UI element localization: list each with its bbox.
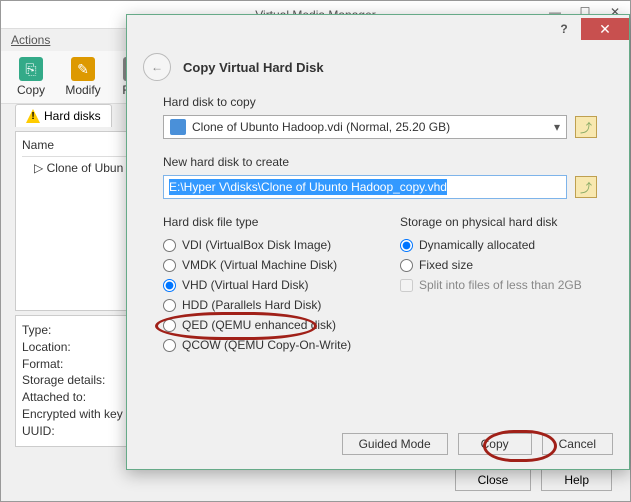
copy-icon: ⎘ [19, 57, 43, 81]
dialog-title: Copy Virtual Hard Disk [183, 60, 324, 75]
radio-vmdk[interactable]: VMDK (Virtual Machine Disk) [163, 255, 360, 275]
dlg-titlebar: ? ✕ [127, 15, 629, 43]
toolbar-modify[interactable]: ✎Modify [63, 57, 103, 97]
check-split: Split into files of less than 2GB [400, 275, 597, 295]
tab-hard-disks[interactable]: ! Hard disks [15, 104, 112, 127]
new-disk-path-input[interactable]: E:\Hyper V\disks\Clone of Ubunto Hadoop_… [163, 175, 567, 199]
disk-icon [170, 119, 186, 135]
radio-hdd[interactable]: HDD (Parallels Hard Disk) [163, 295, 360, 315]
source-disk-combo[interactable]: Clone of Ubunto Hadoop.vdi (Normal, 25.2… [163, 115, 567, 139]
help-button[interactable]: Help [541, 469, 612, 491]
radio-vhd[interactable]: VHD (Virtual Hard Disk) [163, 275, 360, 295]
radio-dynamic[interactable]: Dynamically allocated [400, 235, 597, 255]
arrow-left-icon: ← [151, 60, 163, 74]
modify-icon: ✎ [71, 57, 95, 81]
dialog-close-button[interactable]: ✕ [581, 18, 629, 40]
radio-qcow[interactable]: QCOW (QEMU Copy-On-Write) [163, 335, 360, 355]
radio-vdi[interactable]: VDI (VirtualBox Disk Image) [163, 235, 360, 255]
radio-fixed[interactable]: Fixed size [400, 255, 597, 275]
storage-label: Storage on physical hard disk [400, 215, 597, 229]
back-button[interactable]: ← [143, 53, 171, 81]
file-type-label: Hard disk file type [163, 215, 360, 229]
new-disk-label: New hard disk to create [163, 155, 597, 169]
folder-open-icon: ⤴ [580, 119, 592, 136]
copy-button[interactable]: Copy [458, 433, 532, 455]
radio-qed[interactable]: QED (QEMU enhanced disk) [163, 315, 360, 335]
toolbar-copy[interactable]: ⎘Copy [11, 57, 51, 97]
copy-source-label: Hard disk to copy [163, 95, 597, 109]
warning-icon: ! [26, 109, 40, 123]
chevron-down-icon: ▾ [554, 120, 560, 134]
folder-open-icon: ⤴ [580, 179, 592, 196]
copy-hard-disk-dialog: ? ✕ ← Copy Virtual Hard Disk Hard disk t… [126, 14, 630, 470]
browse-source-button[interactable]: ⤴ [575, 116, 597, 138]
help-icon[interactable]: ? [547, 18, 581, 40]
guided-mode-button[interactable]: Guided Mode [342, 433, 448, 455]
cancel-button[interactable]: Cancel [542, 433, 613, 455]
browse-dest-button[interactable]: ⤴ [575, 176, 597, 198]
close-button[interactable]: Close [455, 469, 532, 491]
